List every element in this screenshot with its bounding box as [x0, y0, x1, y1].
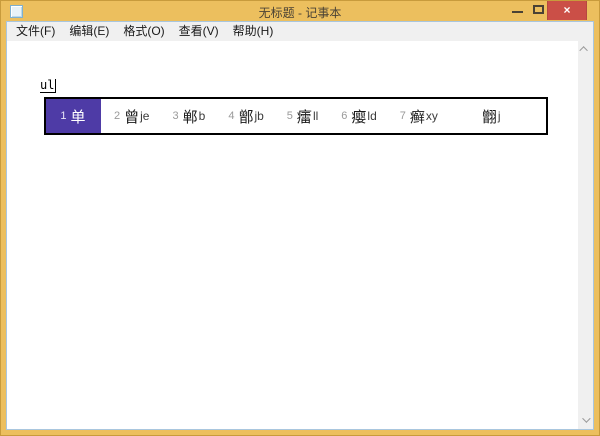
menu-format[interactable]: 格式(O) [116, 22, 171, 41]
menu-help[interactable]: 帮助(H) [226, 22, 281, 41]
maximize-icon[interactable] [533, 5, 544, 14]
menu-bar: 文件(F) 编辑(E) 格式(O) 查看(V) 帮助(H) [7, 22, 593, 41]
vertical-scrollbar[interactable] [578, 41, 593, 429]
candidate-number: 4 [228, 110, 234, 122]
candidate-number: 5 [287, 110, 293, 122]
window-title: 无标题 - 记事本 [1, 4, 599, 21]
ime-candidate[interactable]: 6 瘿 ld [341, 99, 376, 133]
candidate-code: b [199, 109, 206, 123]
client-area: 文件(F) 编辑(E) 格式(O) 查看(V) 帮助(H) ul 1 单 2 曾… [6, 21, 594, 430]
candidate-number: 6 [341, 110, 347, 122]
minimize-icon[interactable] [512, 11, 523, 13]
ime-candidate[interactable]: 3 郸 b [172, 99, 205, 133]
close-button[interactable]: × [547, 1, 587, 20]
ime-candidate[interactable]: 5 癗 ll [287, 99, 318, 133]
candidate-code: je [140, 109, 149, 123]
menu-edit[interactable]: 编辑(E) [62, 22, 116, 41]
candidate-code: ll [313, 109, 318, 123]
ime-candidate[interactable]: 䎖 j [478, 99, 501, 133]
scroll-up-icon[interactable] [582, 46, 589, 53]
candidate-char: 癗 [297, 106, 312, 127]
text-area[interactable]: ul 1 单 2 曾 je 3 郸 b 4 [7, 41, 593, 429]
candidate-code: xy [426, 109, 438, 123]
menu-view[interactable]: 查看(V) [172, 22, 226, 41]
candidate-char: 郸 [183, 106, 198, 127]
candidate-code: j [498, 109, 501, 123]
scroll-down-icon[interactable] [582, 417, 589, 424]
ime-candidate[interactable]: 1 单 [46, 99, 101, 133]
candidate-number: 3 [172, 110, 178, 122]
ime-composition-text: ul [40, 78, 56, 93]
candidate-number: 1 [60, 110, 66, 122]
candidate-char: 䎖 [482, 106, 497, 127]
candidate-code: jb [254, 109, 263, 123]
menu-file[interactable]: 文件(F) [9, 22, 62, 41]
candidate-number: 7 [400, 110, 406, 122]
notepad-window: 无标题 - 记事本 × 文件(F) 编辑(E) 格式(O) 查看(V) 帮助(H… [0, 0, 600, 436]
ime-candidate[interactable]: 2 曾 je [114, 99, 149, 133]
candidate-char: 曾 [124, 106, 139, 127]
titlebar: 无标题 - 记事本 × [1, 1, 599, 21]
candidate-char: 癣 [410, 106, 425, 127]
candidate-number: 2 [114, 110, 120, 122]
candidate-char: 单 [71, 106, 86, 127]
candidate-code: ld [367, 109, 376, 123]
ime-candidate[interactable]: 4 鄫 jb [228, 99, 263, 133]
candidate-char: 瘿 [351, 106, 366, 127]
text-caret [55, 79, 56, 92]
ime-candidate-bar: 1 单 2 曾 je 3 郸 b 4 鄫 jb [44, 97, 548, 135]
candidate-char: 鄫 [238, 106, 253, 127]
ime-candidate[interactable]: 7 癣 xy [400, 99, 438, 133]
